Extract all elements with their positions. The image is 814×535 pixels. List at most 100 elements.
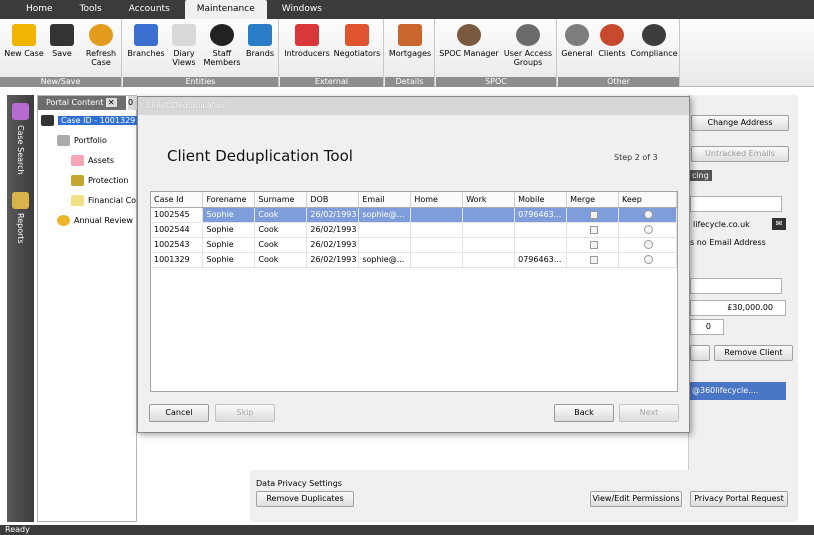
tree-node-case[interactable]: Case ID - 1001329 bbox=[41, 114, 139, 128]
cell-case-id: 1001329 bbox=[151, 252, 204, 268]
merge-checkbox[interactable] bbox=[590, 225, 599, 234]
privacy-area: Data Privacy Settings Remove Duplicates … bbox=[250, 470, 796, 522]
ribbon: New Case Save Refresh Case New/Save Bran… bbox=[0, 19, 814, 87]
tab-windows[interactable]: Windows bbox=[270, 0, 334, 19]
group-external: Introducers Negotiators External bbox=[280, 19, 384, 87]
spoc-manager-button[interactable]: SPOC Manager bbox=[438, 24, 500, 58]
staff-members-button[interactable]: Staff Members bbox=[203, 24, 241, 67]
change-address-button[interactable]: Change Address bbox=[691, 115, 789, 131]
amount-field[interactable]: £30,000.00 bbox=[690, 300, 786, 316]
cell-dob: 26/02/1993 bbox=[306, 222, 360, 238]
keep-radio[interactable] bbox=[644, 240, 654, 249]
privacy-portal-request-button[interactable]: Privacy Portal Request bbox=[690, 491, 788, 507]
tab-fragment[interactable]: cing bbox=[690, 170, 712, 181]
remove-client-button[interactable]: Remove Client bbox=[714, 345, 793, 361]
tree-node-portfolio[interactable]: Portfolio bbox=[57, 134, 107, 148]
data-privacy-label: Data Privacy Settings bbox=[256, 479, 342, 488]
keep-radio[interactable] bbox=[644, 225, 654, 234]
view-edit-permissions-button[interactable]: View/Edit Permissions bbox=[590, 491, 682, 507]
group-details: Mortgages Details bbox=[385, 19, 435, 87]
column-header[interactable]: Home bbox=[410, 192, 464, 208]
column-header[interactable]: DOB bbox=[306, 192, 360, 208]
column-header[interactable]: Keep bbox=[618, 192, 677, 208]
next-button[interactable]: Next bbox=[619, 404, 679, 422]
table-row[interactable]: 1001329 Sophie Cook 26/02/1993 sophie@..… bbox=[151, 252, 677, 268]
back-button[interactable]: Back bbox=[554, 404, 614, 422]
compliance-button[interactable]: Compliance bbox=[630, 24, 678, 58]
tree-node-financial[interactable]: Financial Co bbox=[71, 194, 136, 208]
duplicates-grid: Case Id Forename Surname DOB Email Home … bbox=[150, 191, 678, 392]
cell-merge bbox=[566, 252, 620, 268]
brands-button[interactable]: Brands bbox=[243, 24, 277, 58]
keep-radio[interactable] bbox=[644, 255, 654, 264]
user-access-groups-button[interactable]: User Access Groups bbox=[502, 24, 554, 67]
tree-node-annual-review[interactable]: Annual Review bbox=[57, 214, 133, 228]
status-bar: Ready bbox=[0, 525, 814, 535]
diary-views-button[interactable]: Diary Views bbox=[169, 24, 199, 67]
email-icon[interactable]: ✉ bbox=[772, 218, 786, 230]
brands-icon bbox=[248, 24, 272, 46]
tab-maintenance[interactable]: Maintenance bbox=[184, 0, 267, 19]
cell-keep bbox=[618, 252, 677, 268]
staff-icon bbox=[210, 24, 234, 46]
assets-icon bbox=[71, 155, 84, 166]
column-header[interactable]: Case Id bbox=[151, 192, 204, 208]
clients-button[interactable]: Clients bbox=[596, 24, 628, 58]
column-header[interactable]: Forename bbox=[202, 192, 256, 208]
reports-tab[interactable]: Reports bbox=[16, 213, 25, 244]
briefcase-icon bbox=[41, 115, 54, 126]
save-icon bbox=[50, 24, 74, 46]
tree-node-protection[interactable]: Protection bbox=[71, 174, 128, 188]
tree-node-assets[interactable]: Assets bbox=[71, 154, 114, 168]
cell-keep bbox=[618, 207, 677, 223]
table-row[interactable]: 1002545 Sophie Cook 26/02/1993 sophie@..… bbox=[151, 207, 677, 223]
close-icon[interactable]: ✕ bbox=[105, 98, 117, 107]
remove-duplicates-button[interactable]: Remove Duplicates bbox=[256, 491, 354, 507]
group-entities: Branches Diary Views Staff Members Brand… bbox=[123, 19, 279, 87]
column-header[interactable]: Merge bbox=[566, 192, 620, 208]
reports-icon[interactable] bbox=[12, 192, 29, 209]
cancel-button[interactable]: Cancel bbox=[149, 404, 209, 422]
column-header[interactable]: Surname bbox=[254, 192, 308, 208]
introducers-button[interactable]: Introducers bbox=[282, 24, 332, 58]
tab-tools[interactable]: Tools bbox=[68, 0, 114, 19]
column-header[interactable]: Work bbox=[462, 192, 516, 208]
case-search-tab[interactable]: Case Search bbox=[16, 125, 25, 175]
keep-radio[interactable] bbox=[644, 210, 654, 219]
spoc-manager-icon bbox=[457, 24, 481, 46]
cell-keep bbox=[618, 237, 677, 253]
cell-case-id: 1002543 bbox=[151, 237, 204, 253]
group-label: Details bbox=[385, 77, 434, 87]
background-input[interactable] bbox=[690, 196, 782, 212]
refresh-case-button[interactable]: Refresh Case bbox=[82, 24, 120, 67]
skip-button[interactable]: Skip bbox=[215, 404, 275, 422]
background-input-2[interactable] bbox=[690, 278, 782, 294]
merge-checkbox[interactable] bbox=[590, 240, 599, 249]
general-button[interactable]: General bbox=[560, 24, 594, 58]
table-row[interactable]: 1002544 Sophie Cook 26/02/1993 bbox=[151, 222, 677, 238]
table-row[interactable]: 1002543 Sophie Cook 26/02/1993 bbox=[151, 237, 677, 253]
column-header[interactable]: Email bbox=[358, 192, 412, 208]
merge-checkbox[interactable] bbox=[590, 255, 599, 264]
column-header[interactable]: Mobile bbox=[514, 192, 568, 208]
cell-surname: Cook bbox=[254, 222, 308, 238]
cell-mobile bbox=[514, 237, 568, 253]
group-label: External bbox=[280, 77, 383, 87]
untracked-emails-button[interactable]: Untracked Emails bbox=[691, 146, 789, 162]
background-button[interactable] bbox=[690, 345, 710, 361]
cell-mobile bbox=[514, 222, 568, 238]
save-button[interactable]: Save bbox=[48, 24, 76, 58]
case-search-icon[interactable] bbox=[12, 103, 29, 120]
tab-home[interactable]: Home bbox=[14, 0, 65, 19]
email-row[interactable]: @360lifecycle.... bbox=[690, 382, 786, 400]
branches-button[interactable]: Branches bbox=[127, 24, 165, 58]
merge-checkbox[interactable] bbox=[590, 210, 599, 219]
mortgages-button[interactable]: Mortgages bbox=[388, 24, 432, 58]
portal-content-tab[interactable]: Portal Content ✕ bbox=[38, 96, 126, 110]
count-stepper[interactable]: 0 bbox=[690, 319, 724, 335]
negotiators-button[interactable]: Negotiators bbox=[332, 24, 382, 58]
calendar-icon bbox=[172, 24, 196, 46]
tab-accounts[interactable]: Accounts bbox=[117, 0, 182, 19]
new-case-button[interactable]: New Case bbox=[4, 24, 44, 58]
warning-icon bbox=[71, 175, 84, 186]
